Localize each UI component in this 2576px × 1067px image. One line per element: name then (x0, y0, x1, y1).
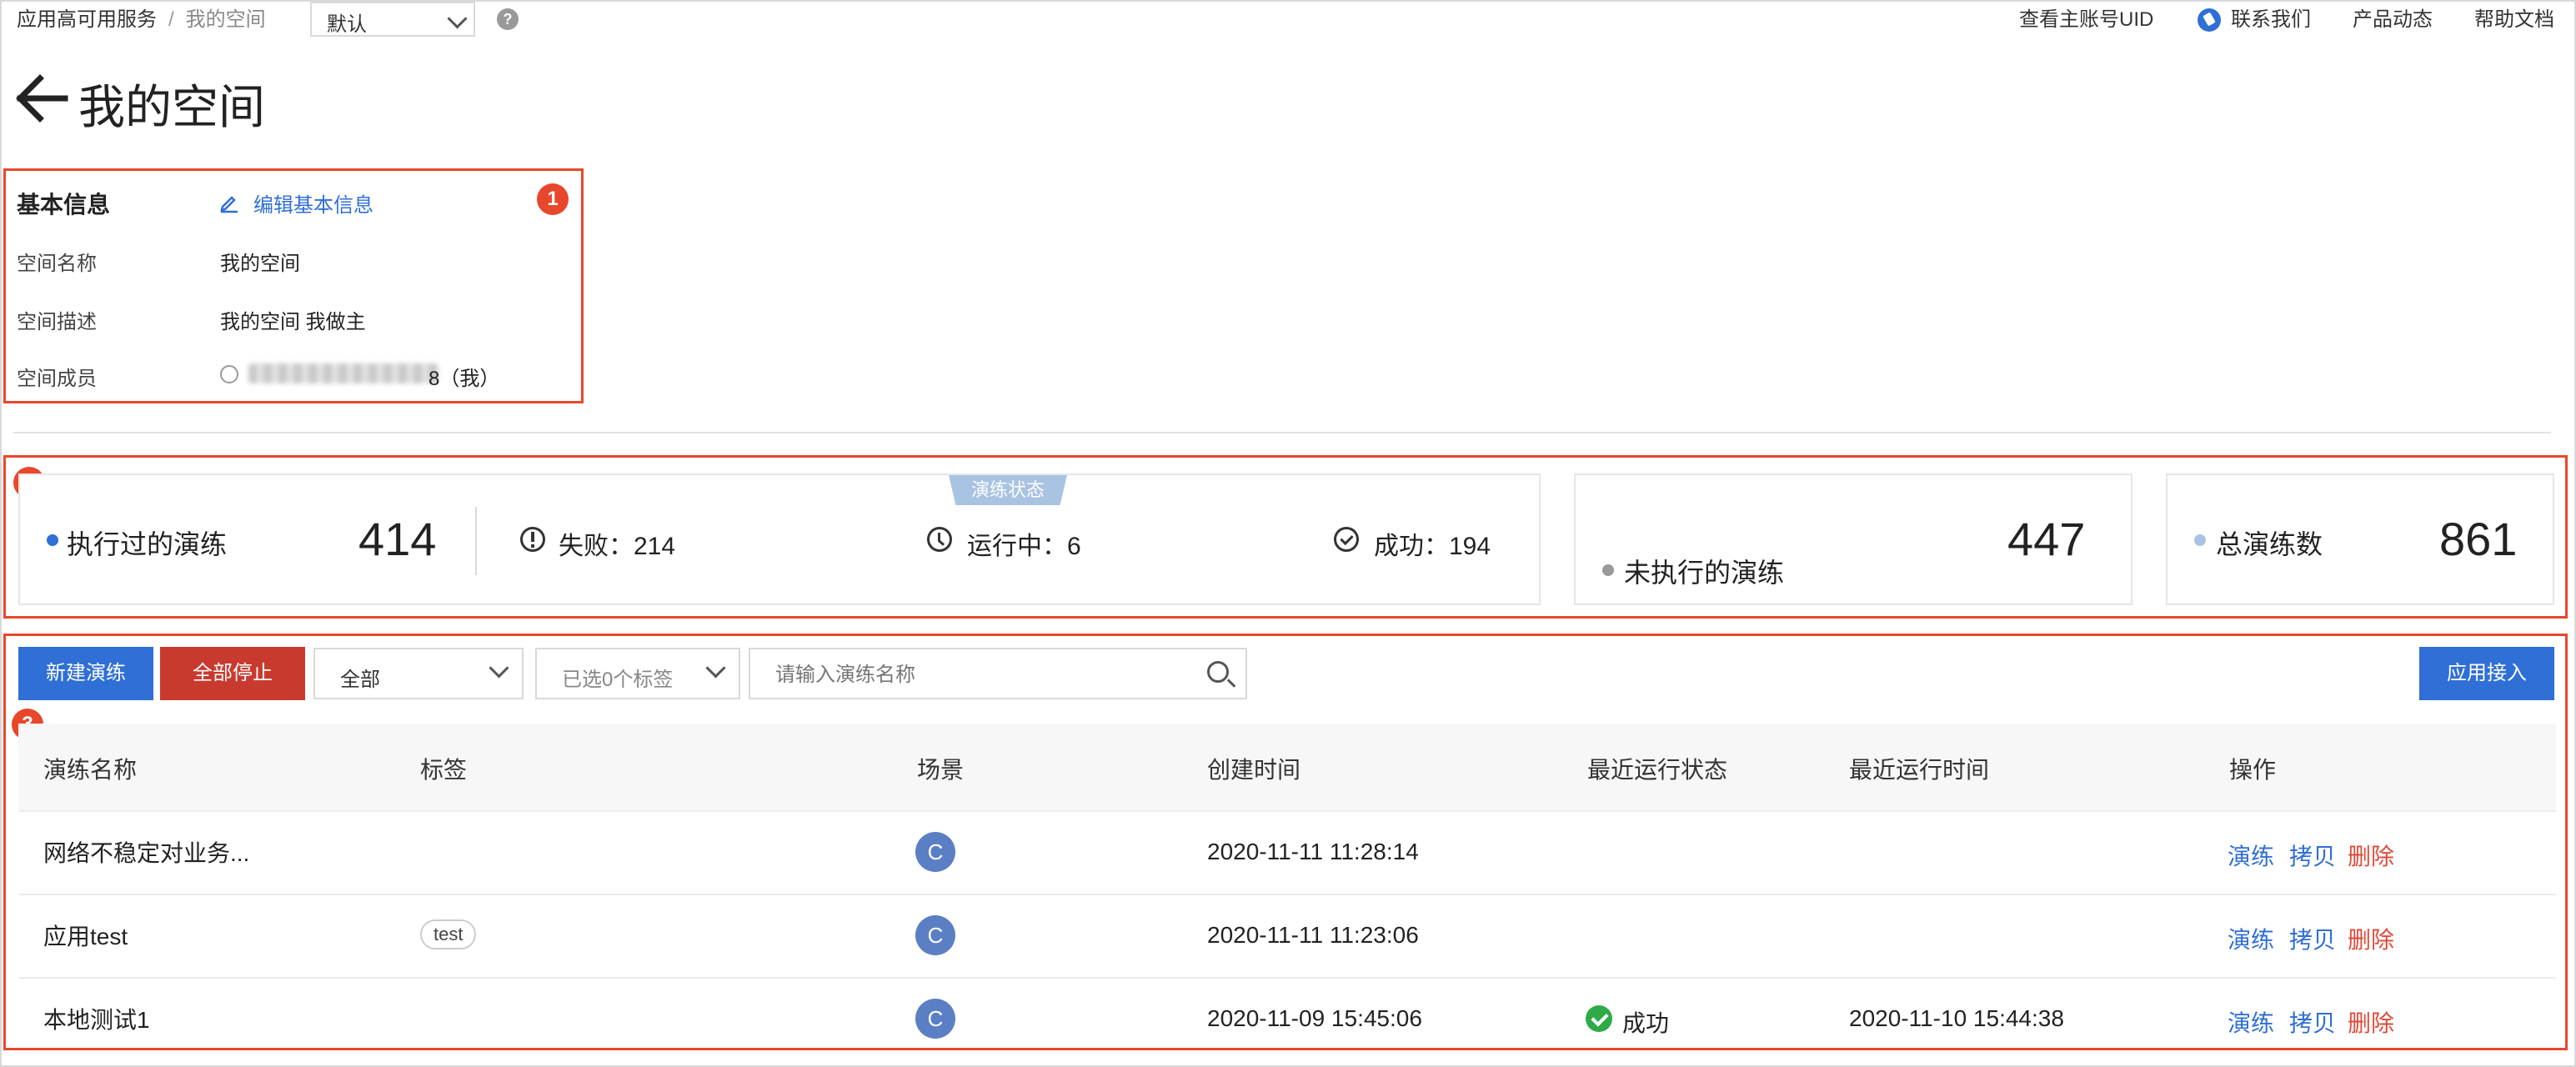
back-arrow-icon[interactable] (15, 73, 68, 123)
help-docs-link[interactable]: 帮助文档 (2474, 7, 2554, 33)
executed-card (18, 473, 1541, 605)
basic-info-heading: 基本信息 (17, 192, 111, 218)
space-members-label: 空间成员 (17, 368, 97, 390)
drill-name[interactable]: 应用test (43, 919, 128, 952)
drill-search-input[interactable] (774, 659, 1177, 691)
status-filter-value: 全部 (340, 669, 380, 691)
tag-chip: test (420, 919, 477, 949)
breadcrumb-separator: / (168, 8, 174, 31)
app-access-button[interactable]: 应用接入 (2419, 647, 2554, 700)
success-check-icon (1334, 527, 1359, 552)
contact-link[interactable]: 联系我们 (2231, 7, 2311, 33)
delete-drill-link[interactable]: 删除 (2348, 1005, 2394, 1039)
copy-drill-link[interactable]: 拷贝 (2289, 1005, 2336, 1039)
created-time: 2020-11-11 11:28:14 (1207, 839, 1419, 864)
run-drill-link[interactable]: 演练 (2228, 1005, 2274, 1039)
total-dot (2194, 534, 2206, 546)
failed-icon (520, 527, 545, 552)
breadcrumb: 应用高可用服务 / 我的空间 (17, 7, 266, 33)
created-time: 2020-11-09 15:45:06 (1207, 1005, 1422, 1031)
success-count: 194 (1449, 533, 1491, 560)
drill-name[interactable]: 本地测试1 (43, 1002, 150, 1035)
delete-drill-link[interactable]: 删除 (2348, 922, 2394, 955)
running-label: 运行中： (967, 533, 1067, 560)
space-desc-label: 空间描述 (17, 311, 97, 333)
not-executed-dot (1602, 564, 1614, 576)
search-icon[interactable] (1207, 661, 1229, 683)
badge-1: 1 (537, 183, 569, 215)
created-time: 2020-11-11 11:23:06 (1207, 922, 1419, 948)
clock-icon (927, 527, 952, 552)
drill-search-box (749, 648, 1247, 699)
page-title: 我的空间 (78, 81, 265, 133)
row-divider (18, 810, 2556, 812)
drill-state-tag: 演练状态 (949, 475, 1067, 505)
col-header-name: 演练名称 (43, 757, 138, 783)
running-count: 6 (1067, 533, 1081, 560)
space-name-label: 空间名称 (17, 253, 97, 275)
status-filter-select[interactable]: 全部 (313, 648, 524, 699)
copy-drill-link[interactable]: 拷贝 (2289, 839, 2336, 872)
col-header-created: 创建时间 (1207, 757, 1301, 783)
chevron-down-icon (705, 658, 726, 679)
section-divider (13, 432, 2551, 433)
run-drill-link[interactable]: 演练 (2228, 922, 2274, 955)
failed-count: 214 (634, 533, 676, 560)
scene-avatar: C (915, 999, 955, 1039)
help-icon[interactable]: ? (497, 8, 519, 30)
col-header-actions: 操作 (2229, 757, 2277, 783)
member-id-redacted (248, 363, 439, 383)
row-divider (18, 977, 2556, 979)
total-label: 总演练数 (2216, 529, 2323, 559)
run-drill-link[interactable]: 演练 (2228, 839, 2274, 872)
failed-label: 失败： (559, 533, 634, 560)
chevron-down-icon (489, 658, 509, 679)
space-desc-value: 我的空间 我做主 (220, 311, 366, 333)
col-header-tags: 标签 (420, 757, 468, 783)
stats-divider (475, 507, 477, 575)
total-count: 861 (2439, 513, 2518, 565)
copy-drill-link[interactable]: 拷贝 (2289, 922, 2336, 955)
drill-name[interactable]: 网络不稳定对业务... (43, 835, 249, 869)
col-header-status: 最近运行状态 (1587, 757, 1728, 783)
executed-dot (47, 534, 58, 546)
scene-avatar: C (915, 832, 955, 872)
space-select-value: 默认 (327, 13, 367, 36)
last-run-time: 2020-11-10 15:44:38 (1849, 1005, 2064, 1031)
executed-count: 414 (358, 513, 437, 565)
product-news-link[interactable]: 产品动态 (2353, 7, 2433, 33)
space-select[interactable]: 默认 (310, 2, 475, 37)
delete-drill-link[interactable]: 删除 (2348, 839, 2394, 872)
chevron-down-icon (447, 8, 468, 29)
view-uid-link[interactable]: 查看主账号UID (2019, 7, 2153, 33)
scene-avatar: C (915, 915, 955, 955)
edit-basic-info-link[interactable]: 编辑基本信息 (253, 188, 373, 218)
executed-label: 执行过的演练 (67, 529, 228, 559)
col-header-last-run: 最近运行时间 (1849, 757, 1990, 783)
col-header-scene: 场景 (917, 757, 965, 783)
tag-filter-select[interactable]: 已选0个标签 (535, 648, 740, 699)
user-icon (220, 365, 238, 383)
breadcrumb-root[interactable]: 应用高可用服务 (17, 8, 157, 31)
space-member-value: 8（我） (428, 368, 500, 390)
contact-icon (2198, 8, 2221, 32)
not-executed-count: 447 (2007, 513, 2086, 565)
tag-filter-value: 已选0个标签 (562, 669, 674, 691)
run-status: 成功 (1622, 1010, 1670, 1036)
breadcrumb-current: 我的空间 (185, 8, 266, 31)
not-executed-label: 未执行的演练 (1624, 558, 1785, 588)
stop-all-button[interactable]: 全部停止 (160, 647, 305, 700)
success-icon (1586, 1005, 1612, 1032)
row-divider (18, 894, 2556, 895)
new-drill-button[interactable]: 新建演练 (18, 647, 153, 700)
success-label: 成功： (1374, 533, 1449, 560)
space-name-value: 我的空间 (220, 253, 300, 275)
edit-icon (220, 196, 238, 213)
